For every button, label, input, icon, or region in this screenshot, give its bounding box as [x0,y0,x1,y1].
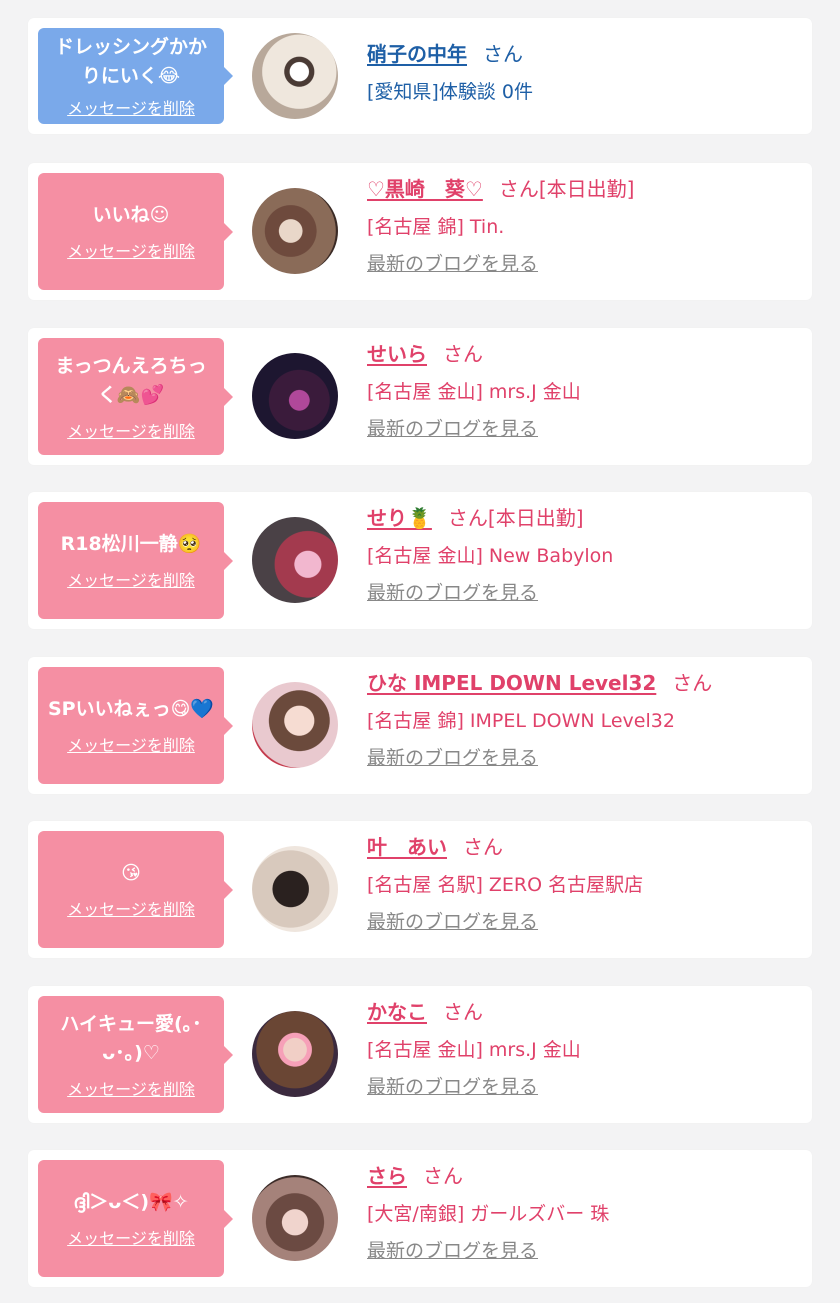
honorific: さん [423,1164,463,1188]
delete-message-link[interactable]: メッセージを削除 [67,95,195,119]
message-text: R18松川一静🥺 [60,533,202,555]
message-text: まっつんえろちっく🙈💕 [55,354,207,406]
shop-location: [名古屋 金山] mrs.J 金山 [367,1039,581,1061]
message-bubble: ദ്ദി＞ᴗ＜)🎀✧ メッセージを削除 [38,1160,233,1277]
message-text: SPいいねぇっ😋💙 [47,698,215,720]
avatar[interactable] [252,682,338,768]
list-item: SPいいねぇっ😋💙 メッセージを削除 ひな IMPEL DOWN Level32… [28,657,812,794]
delete-message-link[interactable]: メッセージを削除 [67,1225,195,1249]
message-bubble: いいね☺ メッセージを削除 [38,173,233,290]
honorific: さん [498,177,539,201]
user-name-link[interactable]: 硝子の中年 [367,42,467,66]
avatar[interactable] [252,188,338,274]
latest-blog-link[interactable]: 最新のブログを見る [367,1074,538,1100]
honorific: さん [463,835,503,859]
cast-name-link[interactable]: かなこ [367,1000,427,1024]
avatar[interactable] [252,846,338,932]
message-bubble: R18松川一静🥺 メッセージを削除 [38,502,233,619]
shop-location: [名古屋 錦] IMPEL DOWN Level32 [367,710,675,732]
delete-message-link[interactable]: メッセージを削除 [67,1076,195,1100]
latest-blog-link[interactable]: 最新のブログを見る [367,1238,538,1264]
cast-name-link[interactable]: ひな IMPEL DOWN Level32 [367,671,656,695]
notification-list: ドレッシングかかりにいく😂 メッセージを削除 硝子の中年 さん [愛知県]体験談 … [0,0,840,1303]
message-bubble: SPいいねぇっ😋💙 メッセージを削除 [38,667,233,784]
list-item: いいね☺ メッセージを削除 ♡黒崎 葵♡ さん[本日出勤] [名古屋 錦] Tin… [28,163,812,300]
avatar[interactable] [252,33,338,119]
honorific: さん [443,342,483,366]
message-bubble: ドレッシングかかりにいく😂 メッセージを削除 [38,28,233,124]
latest-blog-link[interactable]: 最新のブログを見る [367,909,538,935]
list-item: ദ്ദി＞ᴗ＜)🎀✧ メッセージを削除 さら さん [大宮/南銀] ガールズバー … [28,1150,812,1287]
cast-name-link[interactable]: ♡黒崎 葵♡ [367,177,483,201]
shop-location: [名古屋 金山] New Babylon [367,545,614,567]
message-text: ദ്ദി＞ᴗ＜)🎀✧ [73,1191,189,1213]
review-count[interactable]: [愛知県]体験談 0件 [367,78,802,106]
shop-location: [名古屋 錦] Tin. [367,216,505,238]
avatar[interactable] [252,1175,338,1261]
list-item: R18松川一静🥺 メッセージを削除 せり🍍 さん[本日出勤] [名古屋 金山] N… [28,492,812,629]
message-bubble: ハイキュー愛(｡･ᴗ･｡)♡ メッセージを削除 [38,996,233,1113]
cast-name-link[interactable]: さら [367,1164,407,1188]
list-item: 😘 メッセージを削除 叶 あい さん [名古屋 名駅] ZERO 名古屋駅店 最新… [28,821,812,958]
cast-name-link[interactable]: せり🍍 [367,506,432,530]
message-text: ドレッシングかかりにいく😂 [54,36,207,87]
list-item: ハイキュー愛(｡･ᴗ･｡)♡ メッセージを削除 かなこ さん [名古屋 金山] m… [28,986,812,1123]
list-item: まっつんえろちっく🙈💕 メッセージを削除 せいら さん [名古屋 金山] mrs.… [28,328,812,465]
message-text: いいね☺ [92,204,170,226]
avatar[interactable] [252,353,338,439]
shop-location: [大宮/南銀] ガールズバー 珠 [367,1203,610,1225]
latest-blog-link[interactable]: 最新のブログを見る [367,580,538,606]
delete-message-link[interactable]: メッセージを削除 [67,238,195,262]
delete-message-link[interactable]: メッセージを削除 [67,567,195,591]
message-bubble: 😘 メッセージを削除 [38,831,233,948]
delete-message-link[interactable]: メッセージを削除 [67,418,195,442]
honorific: さん [447,506,488,530]
delete-message-link[interactable]: メッセージを削除 [67,896,195,920]
status-badge: [本日出勤] [487,506,584,530]
message-text: ハイキュー愛(｡･ᴗ･｡)♡ [60,1012,202,1064]
honorific: さん [483,42,523,66]
honorific: さん [443,1000,483,1024]
delete-message-link[interactable]: メッセージを削除 [67,732,195,756]
avatar[interactable] [252,1011,338,1097]
message-bubble: まっつんえろちっく🙈💕 メッセージを削除 [38,338,233,455]
latest-blog-link[interactable]: 最新のブログを見る [367,251,538,277]
cast-name-link[interactable]: 叶 あい [367,835,447,859]
honorific: さん [672,671,713,695]
message-text: 😘 [121,862,141,884]
cast-name-link[interactable]: せいら [367,342,427,366]
shop-location: [名古屋 名駅] ZERO 名古屋駅店 [367,874,644,896]
latest-blog-link[interactable]: 最新のブログを見る [367,745,538,771]
avatar[interactable] [252,517,338,603]
shop-location: [名古屋 金山] mrs.J 金山 [367,381,581,403]
status-badge: [本日出勤] [538,177,635,201]
latest-blog-link[interactable]: 最新のブログを見る [367,416,538,442]
list-item: ドレッシングかかりにいく😂 メッセージを削除 硝子の中年 さん [愛知県]体験談 … [28,18,812,134]
